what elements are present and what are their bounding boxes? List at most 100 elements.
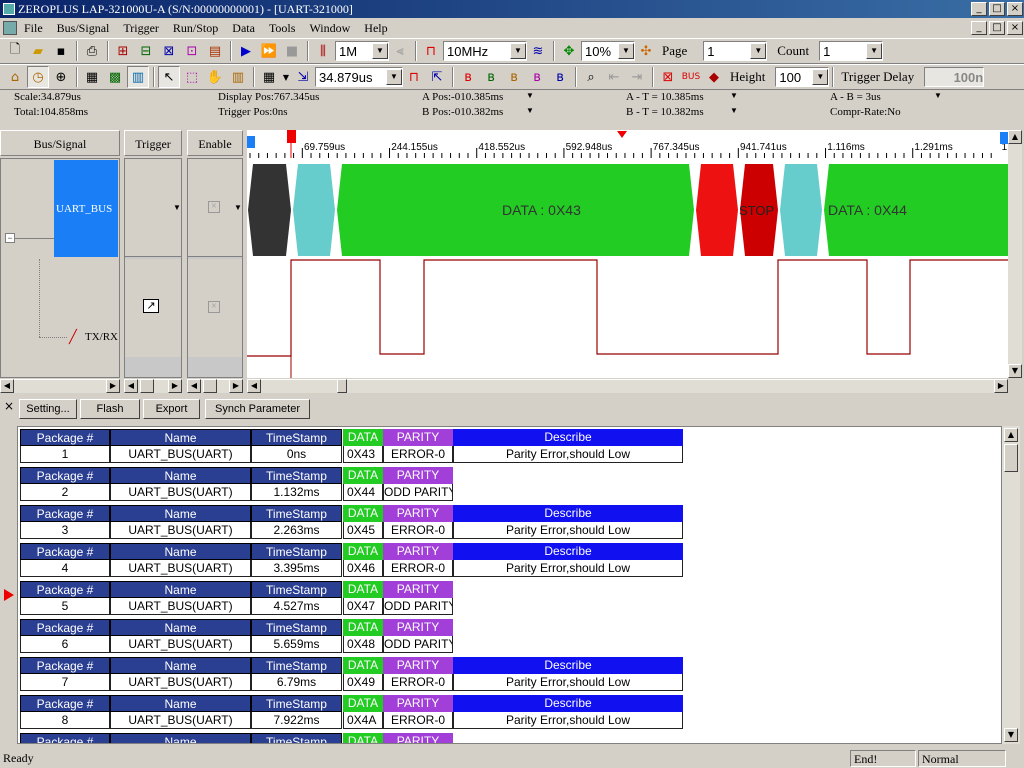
packet-scroll-thumb[interactable] — [1004, 444, 1018, 472]
packet-scroll-down-button[interactable]: ▼ — [1004, 728, 1018, 742]
bar-c-icon[interactable]: ʙ — [503, 66, 525, 88]
list-view-icon[interactable]: ▦ — [81, 66, 103, 88]
height-select[interactable]: 100 ▼ — [775, 67, 830, 87]
packet-scroll-up-button[interactable]: ▲ — [1004, 428, 1018, 442]
rising-edge-icon[interactable]: ↗ — [143, 299, 159, 313]
run-repeat-icon[interactable]: ⏩ — [258, 40, 280, 62]
wave-hscroll[interactable] — [247, 379, 1008, 393]
stop-icon[interactable]: ■ — [281, 40, 303, 62]
scroll-thumb[interactable] — [203, 379, 217, 393]
frequency-select[interactable]: 10MHz ▼ — [443, 41, 527, 61]
chevron-down-icon[interactable]: ▼ — [730, 91, 738, 100]
binoculars-icon[interactable]: ⌕ — [580, 66, 602, 88]
chevron-down-icon[interactable]: ▼ — [618, 43, 634, 59]
chevron-down-icon[interactable]: ▼ — [173, 203, 181, 212]
trigger-delay-input[interactable]: 100n — [924, 67, 985, 87]
child-minimize-button[interactable]: _ — [971, 21, 987, 35]
menu-bus-signal[interactable]: Bus/Signal — [50, 21, 117, 36]
scroll-right-button[interactable]: ▶ — [106, 379, 120, 393]
synch-parameter-button[interactable]: Synch Parameter — [205, 399, 310, 419]
scroll-left-button[interactable]: ◀ — [0, 379, 14, 393]
scroll-right-button[interactable]: ▶ — [229, 379, 243, 393]
bus-view-icon[interactable]: ⊕ — [50, 66, 72, 88]
close-panel-icon[interactable]: × — [4, 399, 14, 413]
bus-enable-checkbox[interactable]: × — [208, 201, 220, 213]
menu-trigger[interactable]: Trigger — [116, 21, 166, 36]
segment-start[interactable] — [293, 164, 335, 256]
count-select[interactable]: 1 ▼ — [819, 41, 884, 61]
segment-start-2[interactable] — [780, 164, 822, 256]
bus-setup-icon[interactable]: ⊟ — [135, 40, 157, 62]
ruler-icon[interactable]: ▥ — [227, 66, 249, 88]
chevron-down-icon[interactable]: ▼ — [526, 91, 534, 100]
signal-plot[interactable]: 69.759us 244.155us 418.552us 592.948us 767.3… — [247, 130, 1008, 378]
scroll-right-button[interactable]: ▶ — [994, 379, 1008, 393]
packet-vscroll[interactable]: ▲ ▼ — [1002, 426, 1020, 744]
signal-height-icon[interactable]: ◆ — [703, 66, 725, 88]
chevron-down-icon[interactable]: ▼ — [526, 106, 534, 115]
bus-name-uart[interactable]: UART_BUS — [54, 160, 118, 257]
clock-mode-icon[interactable]: ≋ — [527, 40, 549, 62]
segment-parity-error[interactable] — [696, 164, 738, 256]
scroll-left-button[interactable]: ◀ — [187, 379, 201, 393]
open-folder-icon[interactable]: ▰ — [27, 40, 49, 62]
chevron-down-icon[interactable]: ▼ — [934, 91, 942, 100]
run-icon[interactable]: ▶ — [235, 40, 257, 62]
collapse-icon[interactable]: − — [5, 233, 15, 243]
chevron-down-icon[interactable]: ▼ — [234, 203, 242, 212]
state-view-icon[interactable]: ▩ — [104, 66, 126, 88]
document-icon[interactable] — [3, 21, 17, 35]
chevron-down-icon[interactable]: ▼ — [281, 66, 291, 88]
bus-icon[interactable]: BUS — [680, 66, 702, 88]
trigger-setup-icon[interactable]: ⊠ — [158, 40, 180, 62]
signal-name-txrx[interactable]: TX/RX — [85, 331, 118, 343]
zoom-out-icon[interactable]: ⇱ — [426, 66, 448, 88]
menu-run-stop[interactable]: Run/Stop — [166, 21, 225, 36]
print-icon[interactable]: ⎙ — [81, 40, 103, 62]
menu-tools[interactable]: Tools — [262, 21, 303, 36]
filter-icon[interactable]: ⊠ — [657, 66, 679, 88]
menu-window[interactable]: Window — [302, 21, 357, 36]
grid-icon[interactable]: ▦ — [258, 66, 280, 88]
new-file-icon[interactable]: 🗋 — [4, 40, 26, 62]
child-restore-button[interactable]: □ — [989, 21, 1005, 35]
search-prev-icon[interactable]: ⇤ — [603, 66, 625, 88]
save-icon[interactable]: ▪ — [50, 40, 72, 62]
wave-scroll-down-button[interactable]: ▼ — [1008, 364, 1022, 378]
sample-depth-select[interactable]: 1M ▼ — [335, 41, 389, 61]
bar-e-icon[interactable]: ʙ — [549, 66, 571, 88]
chevron-down-icon[interactable]: ▼ — [750, 43, 767, 59]
scroll-left-button[interactable]: ◀ — [247, 379, 261, 393]
channel-setup-icon[interactable]: ⊞ — [112, 40, 134, 62]
zoom-in-icon[interactable]: ⊓ — [403, 66, 425, 88]
scroll-right-button[interactable]: ▶ — [168, 379, 182, 393]
signal-enable-checkbox[interactable]: × — [208, 301, 220, 313]
chevron-down-icon[interactable]: ▼ — [510, 43, 526, 59]
chevron-down-icon[interactable]: ▼ — [866, 43, 883, 59]
report-icon[interactable]: ▤ — [204, 40, 226, 62]
scroll-left-button[interactable]: ◀ — [124, 379, 138, 393]
wave-hscroll-thumb[interactable] — [337, 379, 347, 393]
chevron-down-icon[interactable]: ▼ — [730, 106, 738, 115]
flash-button[interactable]: Flash — [80, 399, 140, 419]
pointer-icon[interactable]: ↖ — [158, 66, 180, 88]
search-next-icon[interactable]: ⇥ — [626, 66, 648, 88]
timing-view-icon[interactable]: ▥ — [127, 66, 149, 88]
scroll-thumb[interactable] — [140, 379, 154, 393]
zoom-select[interactable]: 34.879us ▼ — [315, 67, 403, 87]
maximize-button[interactable]: □ — [989, 2, 1005, 16]
bar-d-icon[interactable]: ʙ — [526, 66, 548, 88]
segment-idle[interactable] — [248, 164, 291, 256]
cursor-b-marker[interactable] — [1000, 132, 1008, 144]
chevron-down-icon[interactable]: ▼ — [812, 69, 829, 85]
clock-icon[interactable]: ◷ — [27, 66, 49, 88]
menu-help[interactable]: Help — [357, 21, 394, 36]
cursor-a-marker[interactable] — [247, 136, 255, 148]
page-select[interactable]: 1 ▼ — [703, 41, 768, 61]
wave-vscroll-track[interactable] — [1008, 144, 1022, 364]
cursor-1-marker[interactable] — [287, 130, 296, 143]
minimize-button[interactable]: _ — [971, 2, 987, 16]
export-button[interactable]: Export — [143, 399, 200, 419]
menu-file[interactable]: File — [17, 21, 50, 36]
name-hscroll[interactable] — [0, 379, 120, 393]
